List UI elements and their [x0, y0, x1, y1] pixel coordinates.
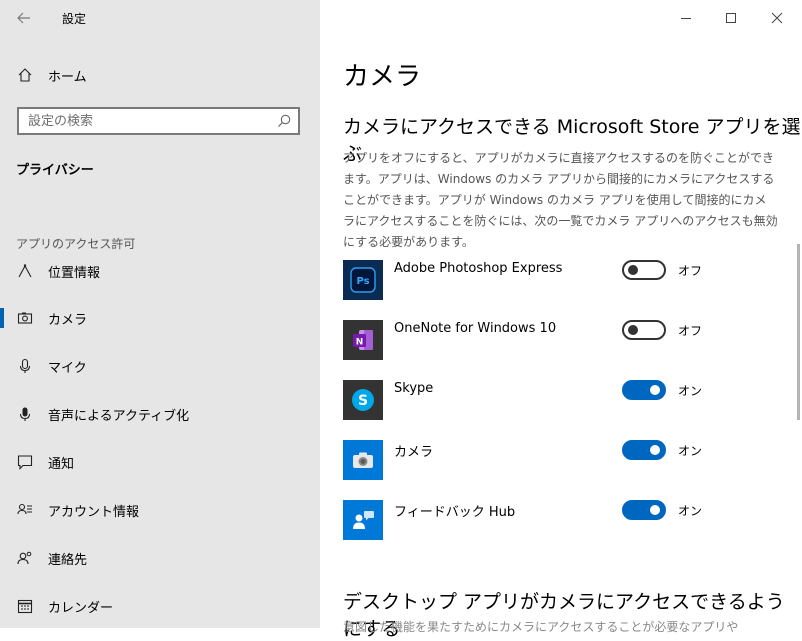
sidebar-item-calendar[interactable]: カレンダー — [0, 588, 320, 624]
sidebar-item-label: アカウント情報 — [48, 504, 140, 520]
microphone-icon — [16, 357, 34, 375]
section-description: アプリをオフにすると、アプリがカメラに直接アクセスするのを防ぐことができます。ア… — [343, 151, 778, 249]
sidebar-item-notifications[interactable]: 通知 — [0, 444, 320, 480]
search-box[interactable] — [17, 107, 300, 135]
sidebar-item-label: 連絡先 — [48, 552, 88, 568]
back-button[interactable] — [10, 6, 38, 30]
app-toggle[interactable] — [622, 500, 666, 520]
toggle-knob — [628, 325, 638, 335]
sidebar-item-voice-activation[interactable]: 音声によるアクティブ化 — [0, 396, 320, 432]
contacts-icon — [16, 549, 34, 567]
svg-text:N: N — [356, 338, 364, 348]
app-row-photoshop-express: Ps Adobe Photoshop Express オフ — [343, 260, 783, 300]
voice-icon — [16, 405, 34, 423]
app-row-camera: カメラ オン — [343, 440, 783, 480]
app-toggle[interactable] — [622, 260, 666, 280]
search-input[interactable] — [19, 112, 280, 130]
home-icon — [16, 66, 34, 84]
sidebar-item-contacts[interactable]: 連絡先 — [0, 540, 320, 576]
svg-text:Ps: Ps — [356, 276, 369, 287]
account-info-icon — [16, 501, 34, 519]
feedback-hub-icon — [343, 500, 383, 540]
app-toggle[interactable] — [622, 440, 666, 460]
scrollbar[interactable] — [797, 244, 800, 420]
camera-icon — [16, 309, 34, 327]
sidebar-item-label: カメラ — [48, 312, 88, 328]
group-label: アプリのアクセス許可 — [16, 237, 136, 251]
skype-icon: S — [343, 380, 383, 420]
app-toggle[interactable] — [622, 320, 666, 340]
photoshop-express-icon: Ps — [343, 260, 383, 300]
toggle-knob — [650, 385, 660, 395]
close-button[interactable] — [767, 8, 787, 28]
toggle-knob — [628, 265, 638, 275]
titlebar-left: 設定 — [0, 0, 320, 36]
app-name: Adobe Photoshop Express — [394, 261, 563, 276]
sidebar-item-label: 音声によるアクティブ化 — [48, 408, 190, 424]
sidebar-item-account-info[interactable]: アカウント情報 — [0, 492, 320, 528]
sidebar-item-label: 通知 — [48, 456, 75, 472]
sidebar-item-label: マイク — [48, 360, 87, 376]
app-row-onenote: N OneNote for Windows 10 オフ — [343, 320, 783, 360]
app-name: Skype — [394, 381, 434, 396]
calendar-icon — [16, 597, 34, 615]
desktop-apps-description: 意図した機能を果たすためにカメラにアクセスすることが必要なアプリや — [343, 620, 739, 634]
toggle-state-label: オフ — [678, 264, 703, 278]
camera-app-icon — [343, 440, 383, 480]
sidebar: 設定 ホーム プライバシー アプリのアクセス許可 位置情報 — [0, 0, 320, 628]
toggle-state-label: オン — [678, 444, 703, 458]
sidebar-item-camera[interactable]: カメラ — [0, 300, 320, 336]
onenote-icon: N — [343, 320, 383, 360]
maximize-button[interactable] — [721, 8, 741, 28]
sidebar-item-home[interactable]: ホーム — [0, 60, 320, 90]
search-icon[interactable] — [276, 113, 292, 129]
app-row-feedback-hub: フィードバック Hub オン — [343, 500, 783, 540]
notification-icon — [16, 453, 34, 471]
app-name: フィードバック Hub — [394, 505, 516, 520]
sidebar-item-label: 位置情報 — [48, 265, 101, 281]
home-label: ホーム — [48, 69, 87, 85]
location-icon — [16, 262, 34, 280]
minimize-button[interactable] — [676, 8, 696, 28]
toggle-knob — [650, 445, 660, 455]
toggle-state-label: オフ — [678, 324, 703, 338]
page-title: カメラ — [343, 62, 422, 92]
app-title: 設定 — [62, 12, 87, 26]
toggle-state-label: オン — [678, 384, 703, 398]
svg-text:S: S — [358, 393, 368, 409]
section-title: プライバシー — [16, 163, 94, 178]
toggle-knob — [650, 505, 660, 515]
sidebar-item-label: カレンダー — [48, 600, 114, 616]
minimize-icon — [681, 18, 691, 19]
close-icon — [771, 12, 783, 24]
sidebar-item-location[interactable]: 位置情報 — [0, 253, 320, 289]
sidebar-item-microphone[interactable]: マイク — [0, 348, 320, 384]
maximize-icon — [726, 13, 736, 23]
back-arrow-icon — [17, 12, 30, 24]
toggle-state-label: オン — [678, 504, 703, 518]
main-content: カメラ カメラにアクセスできる Microsoft Store アプリを選ぶ ア… — [320, 0, 802, 640]
settings-window: 設定 ホーム プライバシー アプリのアクセス許可 位置情報 — [0, 0, 802, 640]
app-toggle[interactable] — [622, 380, 666, 400]
app-name: カメラ — [394, 445, 434, 460]
app-name: OneNote for Windows 10 — [394, 321, 557, 336]
app-row-skype: S Skype オン — [343, 380, 783, 420]
